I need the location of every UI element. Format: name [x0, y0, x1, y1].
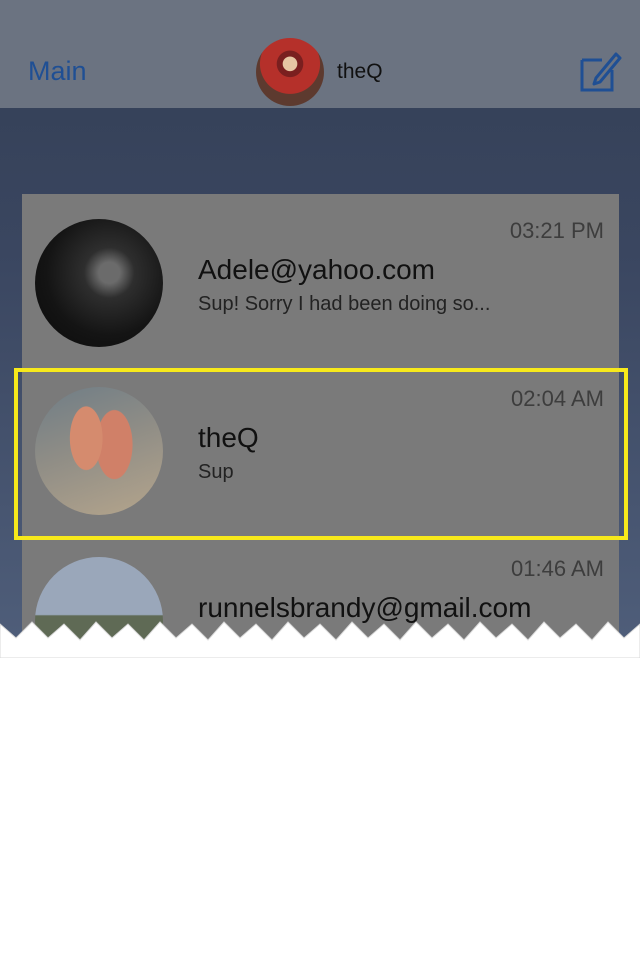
message-time: 03:21 PM [509, 218, 604, 243]
conversation-row[interactable]: 03:21 PM Adele@yahoo.com Sup! Sorry I ha… [22, 198, 619, 368]
nav-title: theQ [337, 60, 383, 83]
contact-avatar [35, 219, 163, 347]
compose-icon[interactable] [578, 50, 622, 94]
selection-highlight [14, 368, 628, 540]
profile-avatar[interactable] [256, 38, 324, 106]
back-button[interactable]: Main [28, 56, 87, 87]
message-preview: Sup! Sorry I had been doing so... [198, 293, 491, 315]
nav-bar: Main theQ [0, 0, 640, 108]
screen: Main theQ 03:21 PM Adele@yahoo.com Sup! … [0, 0, 640, 650]
torn-edge [0, 621, 640, 658]
contact-name: Adele@yahoo.com [198, 254, 436, 285]
message-time: 01:46 AM [511, 556, 604, 581]
